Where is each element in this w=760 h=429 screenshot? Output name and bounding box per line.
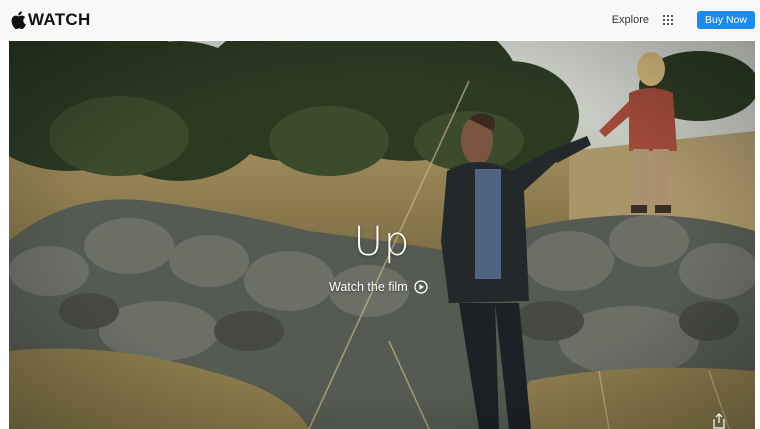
brand-name: WATCH bbox=[28, 10, 91, 29]
apple-logo-icon bbox=[11, 11, 26, 29]
brand-logo-link[interactable]: WATCH bbox=[11, 10, 91, 30]
grid-dot bbox=[662, 15, 665, 17]
buy-now-button[interactable]: Buy Now bbox=[696, 11, 755, 29]
grid-dot bbox=[662, 19, 665, 21]
grid-menu-icon[interactable] bbox=[662, 15, 673, 25]
nav-actions: Explore Buy Now bbox=[612, 11, 755, 29]
grid-dot bbox=[666, 19, 669, 21]
grid-dot bbox=[662, 23, 665, 25]
grid-dot bbox=[666, 15, 669, 17]
watch-film-label: Watch the film bbox=[329, 280, 408, 294]
grid-dot bbox=[666, 23, 669, 25]
hero-banner: Up Watch the film bbox=[9, 41, 755, 429]
share-icon[interactable] bbox=[713, 413, 725, 429]
play-circle-icon bbox=[414, 280, 428, 294]
global-nav: WATCH Explore Buy Now bbox=[0, 0, 760, 40]
grid-dot bbox=[670, 23, 673, 25]
grid-dot bbox=[670, 15, 673, 17]
watch-film-link[interactable]: Watch the film bbox=[329, 277, 428, 297]
explore-link[interactable]: Explore bbox=[612, 14, 649, 26]
grid-dot bbox=[670, 19, 673, 21]
hero-title: Up bbox=[353, 219, 411, 265]
